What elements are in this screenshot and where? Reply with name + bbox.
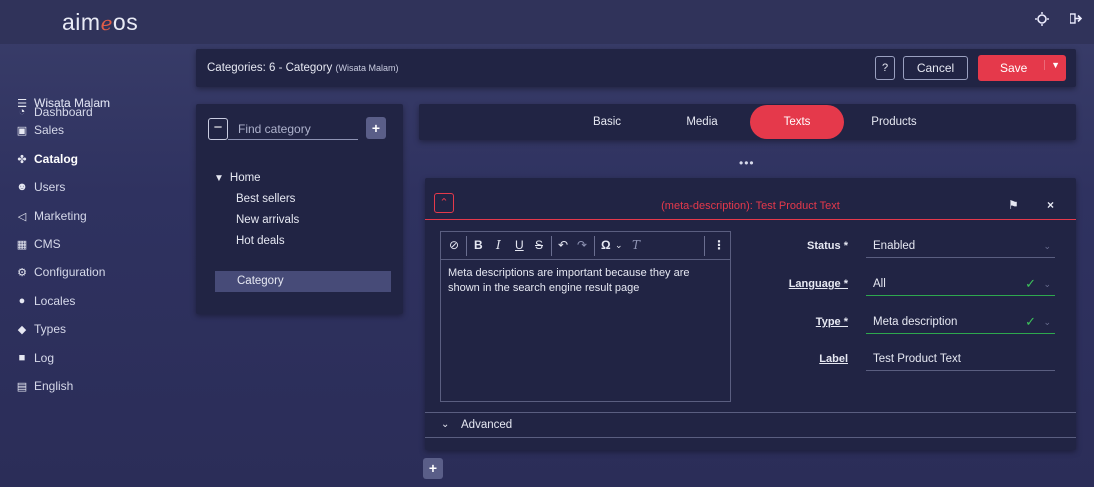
toolbar-divider <box>551 236 552 256</box>
sidebar-item-marketing[interactable]: ◁ Marketing <box>14 206 87 226</box>
strikethrough-button[interactable]: S <box>535 238 543 252</box>
chevron-down-icon: ⌄ <box>441 419 450 430</box>
bold-button[interactable]: B <box>474 238 483 252</box>
tree-node-child[interactable]: Best sellers <box>236 193 295 205</box>
tree-node-child[interactable]: Hot deals <box>236 235 285 247</box>
globe-icon: ● <box>18 295 26 307</box>
remove-format-icon[interactable]: T <box>632 238 640 252</box>
editor-toolbar: ⊘ B I U S ↶ ↷ Ω ⌄ T ⋮ <box>441 232 730 260</box>
dashboard-icon: ◔ <box>18 106 26 118</box>
sidebar-item-cms[interactable]: ▦ CMS <box>14 234 61 254</box>
users-icon: ☻ <box>16 181 28 193</box>
sidebar-item-sales[interactable]: ▣ Sales <box>14 120 64 140</box>
undo-icon[interactable]: ↶ <box>558 238 568 252</box>
grid-icon: ▦ <box>16 238 28 251</box>
toolbar-divider <box>704 236 705 256</box>
text-item-panel: ⌃ (meta-description): Test Product Text … <box>425 178 1076 450</box>
item-tabs: Basic Media Texts Products <box>419 104 1076 140</box>
language-label[interactable]: Language * <box>738 278 848 290</box>
gears-icon: ⚙ <box>17 266 27 279</box>
italic-button[interactable]: I <box>496 238 501 252</box>
add-text-button[interactable]: + <box>423 458 443 479</box>
text-item-title: (meta-description): Test Product Text <box>661 200 840 212</box>
advanced-toggle[interactable]: ⌄ Advanced <box>425 412 1076 438</box>
rich-text-editor[interactable]: ⊘ B I U S ↶ ↷ Ω ⌄ T ⋮ Meta descriptions … <box>440 231 731 402</box>
save-options-toggle[interactable]: ▼ <box>1044 60 1060 70</box>
add-category-button[interactable]: + <box>366 117 386 139</box>
caret-down-icon: ▼ <box>214 173 224 184</box>
tree-node-selected[interactable]: Category <box>215 271 391 292</box>
tree-node-home[interactable]: ▼ Home <box>214 172 261 184</box>
type-select[interactable]: Meta description ✓ ⌄ <box>866 310 1055 334</box>
check-icon: ✓ <box>1025 314 1036 329</box>
status-label: Status * <box>807 240 848 252</box>
tab-basic[interactable]: Basic <box>582 104 632 140</box>
more-actions[interactable]: ••• <box>739 156 755 170</box>
item-header: Categories: 6 - Category (Wisata Malam) … <box>196 49 1076 87</box>
special-char-icon[interactable]: Ω <box>601 238 611 252</box>
logout-icon[interactable] <box>1068 12 1084 28</box>
toolbar-divider <box>466 236 467 256</box>
sidebar-item-catalog[interactable]: ✤ Catalog <box>14 149 78 169</box>
sun-icon[interactable] <box>1034 12 1050 28</box>
top-bar: aimeos <box>0 0 1094 44</box>
close-icon[interactable]: × <box>1047 198 1054 212</box>
link-icon[interactable]: ⊘ <box>449 238 459 252</box>
language-icon: ▤ <box>16 380 28 393</box>
toolbar-divider <box>594 236 595 256</box>
log-icon: ■ <box>18 352 26 364</box>
page-title: Categories: 6 - Category (Wisata Malam) <box>207 62 399 74</box>
collapse-tree-button[interactable]: − <box>208 118 228 140</box>
status-select[interactable]: Enabled ⌄ <box>866 234 1055 258</box>
sidebar-item-configuration[interactable]: ⚙ Configuration <box>14 262 105 282</box>
text-item-header: ⌃ (meta-description): Test Product Text … <box>425 178 1076 220</box>
check-icon: ✓ <box>1025 276 1036 291</box>
underline-button[interactable]: U <box>515 238 524 252</box>
sidebar-item-users[interactable]: ☻ Users <box>14 177 65 197</box>
chevron-down-icon: ⌄ <box>1043 317 1051 327</box>
megaphone-icon: ◁ <box>17 210 27 223</box>
chevron-down-icon: ⌄ <box>1043 241 1051 251</box>
type-label[interactable]: Type * <box>738 316 848 328</box>
tree-node-child[interactable]: New arrivals <box>236 214 299 226</box>
catalog-icon: ✤ <box>17 153 27 166</box>
editor-content[interactable]: Meta descriptions are important because … <box>448 266 723 296</box>
label-input[interactable]: Test Product Text <box>866 347 1055 371</box>
sidebar-item-log[interactable]: ■ Log <box>14 348 54 368</box>
redo-icon[interactable]: ↷ <box>577 238 587 252</box>
help-button[interactable]: ? <box>875 56 895 80</box>
tab-media[interactable]: Media <box>673 104 731 140</box>
cancel-button[interactable]: Cancel <box>903 56 968 80</box>
tab-products[interactable]: Products <box>864 104 924 140</box>
save-button[interactable]: Save ▼ <box>978 55 1066 81</box>
tag-icon: ◆ <box>17 323 27 336</box>
find-category-input[interactable]: Find category <box>228 118 358 140</box>
tab-texts[interactable]: Texts <box>750 105 844 139</box>
chevron-down-icon[interactable]: ⌄ <box>615 240 623 251</box>
move-icon[interactable]: ⚑ <box>1008 198 1019 212</box>
chevron-down-icon: ⌄ <box>1043 279 1051 289</box>
sidebar-item-dashboard[interactable]: ◔ Dashboard <box>14 102 93 122</box>
label-label: Label <box>819 353 848 365</box>
sidebar-item-language[interactable]: ▤ English <box>14 376 74 396</box>
language-select[interactable]: All ✓ ⌄ <box>866 272 1055 296</box>
aimeos-logo[interactable]: aimeos <box>62 9 138 36</box>
sidebar-item-locales[interactable]: ● Locales <box>14 291 76 311</box>
money-icon: ▣ <box>16 124 28 137</box>
more-vertical-icon[interactable]: ⋮ <box>713 238 725 252</box>
sidebar-item-types[interactable]: ◆ Types <box>14 319 66 339</box>
category-tree-panel: − Find category + ▼ Home Best sellers New… <box>196 104 403 314</box>
